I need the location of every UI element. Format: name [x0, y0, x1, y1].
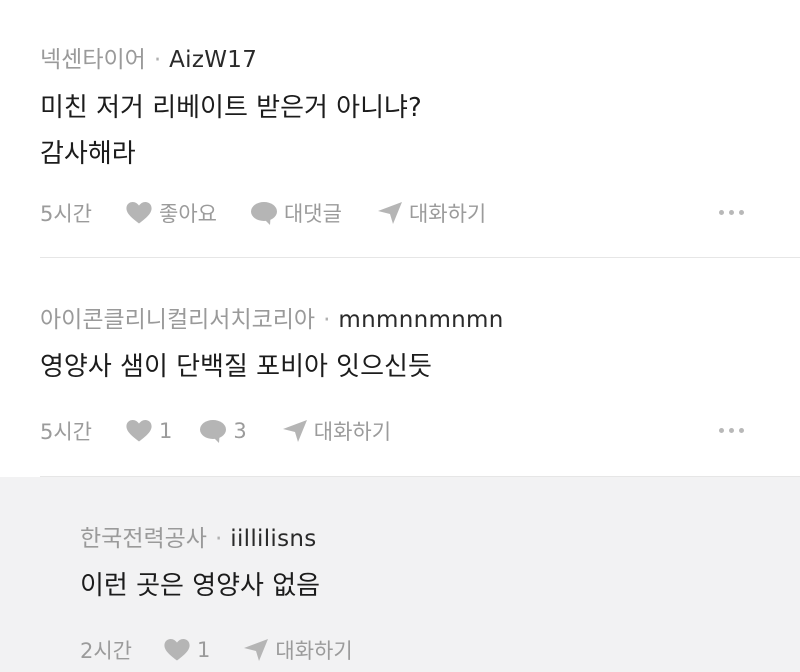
like-count: 1	[159, 419, 173, 443]
company-name: 넥센타이어	[40, 47, 146, 73]
chat-button[interactable]: 대화하기	[244, 635, 353, 665]
comment-actions: 5시간 좋아요 대댓글 대화하기	[40, 198, 486, 228]
comment-author: 한국전력공사 · iillilisns	[80, 519, 317, 553]
meta-separator: ·	[214, 526, 223, 552]
comment-text: 이런 곳은 영양사 없음	[80, 563, 320, 609]
timestamp: 5시간	[40, 420, 93, 444]
timestamp: 2시간	[80, 639, 133, 663]
like-count: 1	[197, 638, 211, 662]
chat-button[interactable]: 대화하기	[282, 416, 392, 446]
reply-button[interactable]: 3	[200, 419, 247, 443]
paper-plane-icon	[377, 202, 402, 224]
meta-separator: ·	[323, 307, 331, 333]
comment-line: 영양사 샘이 단백질 포비아 잇으신듯	[40, 352, 432, 382]
timestamp: 5시간	[40, 202, 93, 226]
paper-plane-icon	[244, 639, 269, 661]
like-label: 좋아요	[159, 202, 217, 226]
username[interactable]: iillilisns	[230, 526, 316, 552]
heart-icon	[126, 202, 152, 224]
like-button[interactable]: 1	[164, 638, 210, 662]
speech-bubble-icon	[200, 419, 227, 443]
like-button[interactable]: 1	[126, 419, 172, 443]
comment-item: 아이콘클리니컬리서치코리아 · mnmnnmnmn 영양사 샘이 단백질 포비아 잇…	[0, 258, 800, 477]
more-dots-icon[interactable]	[719, 428, 744, 433]
reply-label: 대댓글	[283, 202, 342, 226]
comment-text: 미친 저거 리베이트 받은거 아니냐? 감사해라	[40, 85, 422, 177]
heart-icon	[126, 420, 152, 442]
username[interactable]: AizW17	[169, 47, 257, 73]
chat-label: 대화하기	[313, 420, 392, 444]
reply-item: 한국전력공사 · iillilisns 이런 곳은 영양사 없음 2시간 1 대화하…	[0, 477, 800, 672]
username[interactable]: mnmnnmnmn	[338, 307, 503, 333]
comment-line: 감사해라	[40, 139, 136, 169]
comment-item: 넥센타이어 · AizW17 미친 저거 리베이트 받은거 아니냐? 감사해라 5시…	[0, 0, 800, 258]
comment-text: 영양사 샘이 단백질 포비아 잇으신듯	[40, 344, 432, 390]
company-name: 아이콘클리니컬리서치코리아	[40, 307, 316, 333]
paper-plane-icon	[282, 420, 307, 442]
reply-button[interactable]: 대댓글	[250, 198, 342, 228]
company-name: 한국전력공사	[80, 526, 207, 552]
speech-bubble-icon	[250, 201, 277, 225]
meta-separator: ·	[153, 47, 162, 73]
comment-line: 미친 저거 리베이트 받은거 아니냐?	[40, 93, 422, 123]
chat-label: 대화하기	[275, 639, 353, 663]
heart-icon	[164, 639, 190, 661]
comment-actions: 5시간 1 3 대화하기	[40, 416, 391, 446]
comment-actions: 2시간 1 대화하기	[80, 635, 353, 665]
chat-label: 대화하기	[408, 202, 487, 226]
reply-count: 3	[233, 419, 247, 443]
comment-line: 이런 곳은 영양사 없음	[80, 571, 321, 601]
chat-button[interactable]: 대화하기	[377, 198, 487, 228]
more-dots-icon[interactable]	[719, 210, 744, 215]
comment-author: 넥센타이어 · AizW17	[40, 40, 257, 74]
comment-author: 아이콘클리니컬리서치코리아 · mnmnnmnmn	[40, 300, 504, 334]
like-button[interactable]: 좋아요	[126, 198, 217, 228]
